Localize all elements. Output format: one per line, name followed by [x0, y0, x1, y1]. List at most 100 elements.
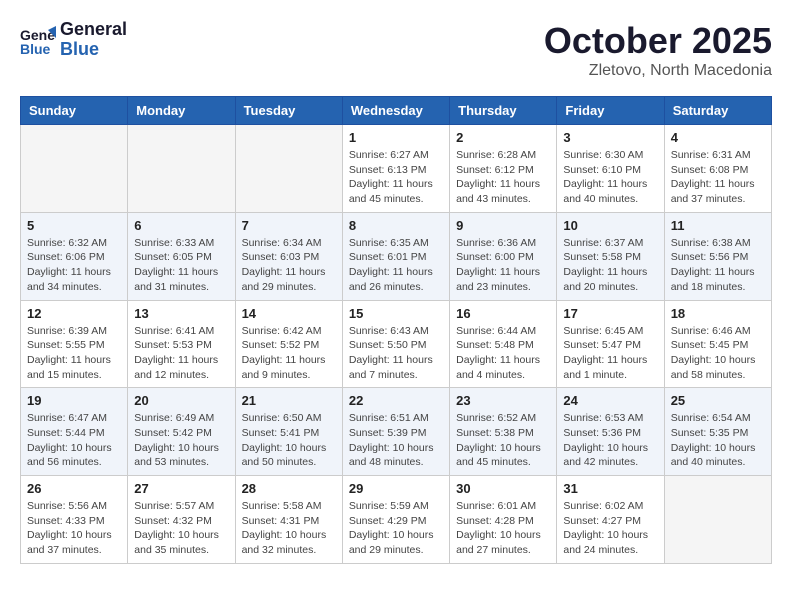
- day-info: Sunrise: 6:28 AM Sunset: 6:12 PM Dayligh…: [456, 148, 550, 207]
- calendar-cell: 31Sunrise: 6:02 AM Sunset: 4:27 PM Dayli…: [557, 476, 664, 564]
- day-info: Sunrise: 6:37 AM Sunset: 5:58 PM Dayligh…: [563, 236, 657, 295]
- calendar-cell: 27 Sunrise: 5:57 AM Sunset: 4:32 PM Dayli…: [128, 476, 235, 564]
- day-number: 1: [349, 130, 443, 145]
- calendar-cell: 23 Sunrise: 6:52 AM Sunset: 5:38 PM Dayli…: [450, 388, 557, 476]
- calendar-cell: 17Sunrise: 6:45 AM Sunset: 5:47 PM Dayli…: [557, 300, 664, 388]
- day-number: 28: [242, 481, 336, 496]
- day-number: 23: [456, 393, 550, 408]
- calendar-cell: 2 Sunrise: 6:28 AM Sunset: 6:12 PM Daylig…: [450, 125, 557, 213]
- day-number: 25: [671, 393, 765, 408]
- calendar-cell: 3 Sunrise: 6:30 AM Sunset: 6:10 PM Daylig…: [557, 125, 664, 213]
- day-number: 13: [134, 306, 228, 321]
- day-number: 30: [456, 481, 550, 496]
- day-info: Sunrise: 6:34 AM Sunset: 6:03 PM Dayligh…: [242, 236, 336, 295]
- calendar-header-row: SundayMondayTuesdayWednesdayThursdayFrid…: [21, 97, 772, 125]
- day-header-wednesday: Wednesday: [342, 97, 449, 125]
- day-info: Sunrise: 6:38 AM Sunset: 5:56 PM Dayligh…: [671, 236, 765, 295]
- calendar-cell: 26Sunrise: 5:56 AM Sunset: 4:33 PM Dayli…: [21, 476, 128, 564]
- day-info: Sunrise: 6:01 AM Sunset: 4:28 PM Dayligh…: [456, 499, 550, 558]
- day-info: Sunrise: 6:49 AM Sunset: 5:42 PM Dayligh…: [134, 411, 228, 470]
- calendar-cell: 4 Sunrise: 6:31 AM Sunset: 6:08 PM Daylig…: [664, 125, 771, 213]
- day-number: 24: [563, 393, 657, 408]
- calendar-cell: 7 Sunrise: 6:34 AM Sunset: 6:03 PM Daylig…: [235, 212, 342, 300]
- page-header: General Blue General Blue October 2025 Z…: [20, 20, 772, 80]
- day-header-sunday: Sunday: [21, 97, 128, 125]
- calendar-week-row: 12 Sunrise: 6:39 AM Sunset: 5:55 PM Dayli…: [21, 300, 772, 388]
- calendar-cell: 13 Sunrise: 6:41 AM Sunset: 5:53 PM Dayli…: [128, 300, 235, 388]
- calendar-cell: [235, 125, 342, 213]
- day-number: 31: [563, 481, 657, 496]
- day-info: Sunrise: 6:52 AM Sunset: 5:38 PM Dayligh…: [456, 411, 550, 470]
- day-number: 22: [349, 393, 443, 408]
- logo-icon: General Blue: [20, 22, 56, 58]
- calendar-week-row: 19Sunrise: 6:47 AM Sunset: 5:44 PM Dayli…: [21, 388, 772, 476]
- logo-blue: Blue: [60, 40, 127, 60]
- calendar-cell: 24 Sunrise: 6:53 AM Sunset: 5:36 PM Dayli…: [557, 388, 664, 476]
- day-info: Sunrise: 6:35 AM Sunset: 6:01 PM Dayligh…: [349, 236, 443, 295]
- day-info: Sunrise: 6:45 AM Sunset: 5:47 PM Dayligh…: [563, 324, 657, 383]
- day-header-thursday: Thursday: [450, 97, 557, 125]
- day-info: Sunrise: 5:56 AM Sunset: 4:33 PM Dayligh…: [27, 499, 121, 558]
- calendar-cell: [128, 125, 235, 213]
- day-info: Sunrise: 5:59 AM Sunset: 4:29 PM Dayligh…: [349, 499, 443, 558]
- calendar-cell: 10 Sunrise: 6:37 AM Sunset: 5:58 PM Dayli…: [557, 212, 664, 300]
- calendar-cell: 22 Sunrise: 6:51 AM Sunset: 5:39 PM Dayli…: [342, 388, 449, 476]
- calendar-cell: 29 Sunrise: 5:59 AM Sunset: 4:29 PM Dayli…: [342, 476, 449, 564]
- day-info: Sunrise: 5:58 AM Sunset: 4:31 PM Dayligh…: [242, 499, 336, 558]
- calendar-cell: 30 Sunrise: 6:01 AM Sunset: 4:28 PM Dayli…: [450, 476, 557, 564]
- day-number: 18: [671, 306, 765, 321]
- calendar-week-row: 1 Sunrise: 6:27 AM Sunset: 6:13 PM Daylig…: [21, 125, 772, 213]
- day-info: Sunrise: 6:36 AM Sunset: 6:00 PM Dayligh…: [456, 236, 550, 295]
- day-number: 4: [671, 130, 765, 145]
- calendar-cell: 6Sunrise: 6:33 AM Sunset: 6:05 PM Daylig…: [128, 212, 235, 300]
- day-number: 3: [563, 130, 657, 145]
- day-header-monday: Monday: [128, 97, 235, 125]
- month-title: October 2025: [544, 20, 772, 62]
- day-info: Sunrise: 6:50 AM Sunset: 5:41 PM Dayligh…: [242, 411, 336, 470]
- day-info: Sunrise: 6:30 AM Sunset: 6:10 PM Dayligh…: [563, 148, 657, 207]
- svg-text:Blue: Blue: [20, 41, 51, 57]
- day-info: Sunrise: 6:54 AM Sunset: 5:35 PM Dayligh…: [671, 411, 765, 470]
- calendar-cell: 12 Sunrise: 6:39 AM Sunset: 5:55 PM Dayli…: [21, 300, 128, 388]
- day-info: Sunrise: 5:57 AM Sunset: 4:32 PM Dayligh…: [134, 499, 228, 558]
- calendar-cell: 14Sunrise: 6:42 AM Sunset: 5:52 PM Dayli…: [235, 300, 342, 388]
- day-number: 7: [242, 218, 336, 233]
- day-number: 15: [349, 306, 443, 321]
- calendar-cell: 1 Sunrise: 6:27 AM Sunset: 6:13 PM Daylig…: [342, 125, 449, 213]
- day-number: 16: [456, 306, 550, 321]
- calendar-cell: 20Sunrise: 6:49 AM Sunset: 5:42 PM Dayli…: [128, 388, 235, 476]
- day-info: Sunrise: 6:41 AM Sunset: 5:53 PM Dayligh…: [134, 324, 228, 383]
- day-info: Sunrise: 6:33 AM Sunset: 6:05 PM Dayligh…: [134, 236, 228, 295]
- day-number: 2: [456, 130, 550, 145]
- calendar-cell: [21, 125, 128, 213]
- calendar-cell: 15 Sunrise: 6:43 AM Sunset: 5:50 PM Dayli…: [342, 300, 449, 388]
- title-block: October 2025 Zletovo, North Macedonia: [544, 20, 772, 80]
- day-header-tuesday: Tuesday: [235, 97, 342, 125]
- day-number: 10: [563, 218, 657, 233]
- day-info: Sunrise: 6:39 AM Sunset: 5:55 PM Dayligh…: [27, 324, 121, 383]
- calendar-cell: 11 Sunrise: 6:38 AM Sunset: 5:56 PM Dayli…: [664, 212, 771, 300]
- calendar-cell: 18 Sunrise: 6:46 AM Sunset: 5:45 PM Dayli…: [664, 300, 771, 388]
- day-number: 9: [456, 218, 550, 233]
- day-number: 5: [27, 218, 121, 233]
- day-number: 21: [242, 393, 336, 408]
- day-number: 11: [671, 218, 765, 233]
- day-info: Sunrise: 6:31 AM Sunset: 6:08 PM Dayligh…: [671, 148, 765, 207]
- day-info: Sunrise: 6:53 AM Sunset: 5:36 PM Dayligh…: [563, 411, 657, 470]
- day-info: Sunrise: 6:51 AM Sunset: 5:39 PM Dayligh…: [349, 411, 443, 470]
- day-info: Sunrise: 6:43 AM Sunset: 5:50 PM Dayligh…: [349, 324, 443, 383]
- day-info: Sunrise: 6:32 AM Sunset: 6:06 PM Dayligh…: [27, 236, 121, 295]
- location-subtitle: Zletovo, North Macedonia: [544, 62, 772, 80]
- day-header-saturday: Saturday: [664, 97, 771, 125]
- logo-general: General: [60, 20, 127, 40]
- day-number: 29: [349, 481, 443, 496]
- day-info: Sunrise: 6:27 AM Sunset: 6:13 PM Dayligh…: [349, 148, 443, 207]
- calendar-cell: 5 Sunrise: 6:32 AM Sunset: 6:06 PM Daylig…: [21, 212, 128, 300]
- calendar-cell: 9 Sunrise: 6:36 AM Sunset: 6:00 PM Daylig…: [450, 212, 557, 300]
- day-info: Sunrise: 6:42 AM Sunset: 5:52 PM Dayligh…: [242, 324, 336, 383]
- calendar-cell: [664, 476, 771, 564]
- logo: General Blue General Blue: [20, 20, 127, 60]
- day-number: 12: [27, 306, 121, 321]
- day-info: Sunrise: 6:46 AM Sunset: 5:45 PM Dayligh…: [671, 324, 765, 383]
- day-number: 27: [134, 481, 228, 496]
